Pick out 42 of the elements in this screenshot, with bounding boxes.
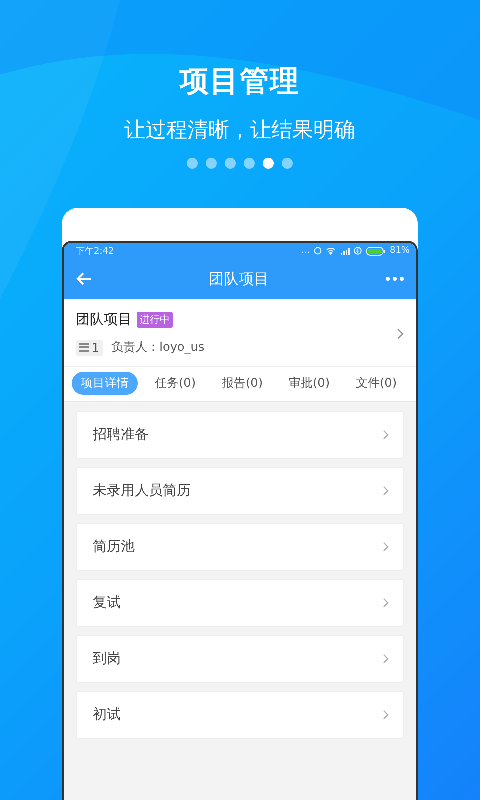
battery-percent: 81% (390, 246, 410, 256)
chevron-right-icon (397, 328, 404, 340)
count-text: 1 (92, 340, 100, 354)
list-icon (79, 343, 89, 352)
more-icon[interactable] (386, 277, 404, 281)
tab[interactable]: 文件(0) (347, 372, 406, 395)
charging-icon (354, 247, 362, 255)
status-badge: 进行中 (137, 312, 173, 328)
list-item[interactable]: 复试 (76, 579, 404, 627)
status-overflow: ... (301, 246, 310, 256)
tab[interactable]: 审批(0) (280, 372, 339, 395)
list-item[interactable]: 到岗 (76, 635, 404, 683)
signal-icon (340, 247, 350, 255)
tab[interactable]: 任务(0) (146, 372, 205, 395)
chevron-right-icon (383, 486, 389, 496)
status-time: 下午2:42 (76, 246, 114, 258)
tab[interactable]: 报告(0) (213, 372, 272, 395)
chevron-right-icon (383, 542, 389, 552)
headline-subtitle: 让过程清晰，让结果明确 (124, 117, 356, 144)
pager-dot[interactable] (282, 158, 293, 169)
pager-dot[interactable] (225, 158, 236, 169)
project-header[interactable]: 团队项目 进行中 1 负责人：loyo_us (64, 299, 416, 367)
chevron-right-icon (383, 430, 389, 440)
back-arrow-icon[interactable] (76, 272, 92, 286)
list-item[interactable]: 简历池 (76, 523, 404, 571)
app-bar-title: 团队项目 (208, 270, 270, 288)
pager-dot[interactable] (244, 158, 255, 169)
chevron-right-icon (383, 654, 389, 664)
battery-icon (366, 246, 386, 256)
wifi-icon (326, 247, 336, 255)
status-icon (314, 247, 322, 255)
headline-title: 项目管理 (180, 63, 300, 100)
pager-dot[interactable] (187, 158, 198, 169)
pager-dot[interactable] (263, 158, 274, 169)
owner-label: 负责人：loyo_us (112, 339, 205, 356)
project-name: 团队项目 (76, 311, 132, 329)
pager-dot[interactable] (206, 158, 217, 169)
list-item[interactable]: 招聘准备 (76, 411, 404, 459)
list-item[interactable]: 初试 (76, 691, 404, 739)
list-item[interactable]: 未录用人员简历 (76, 467, 404, 515)
chevron-right-icon (383, 710, 389, 720)
chevron-right-icon (383, 598, 389, 608)
